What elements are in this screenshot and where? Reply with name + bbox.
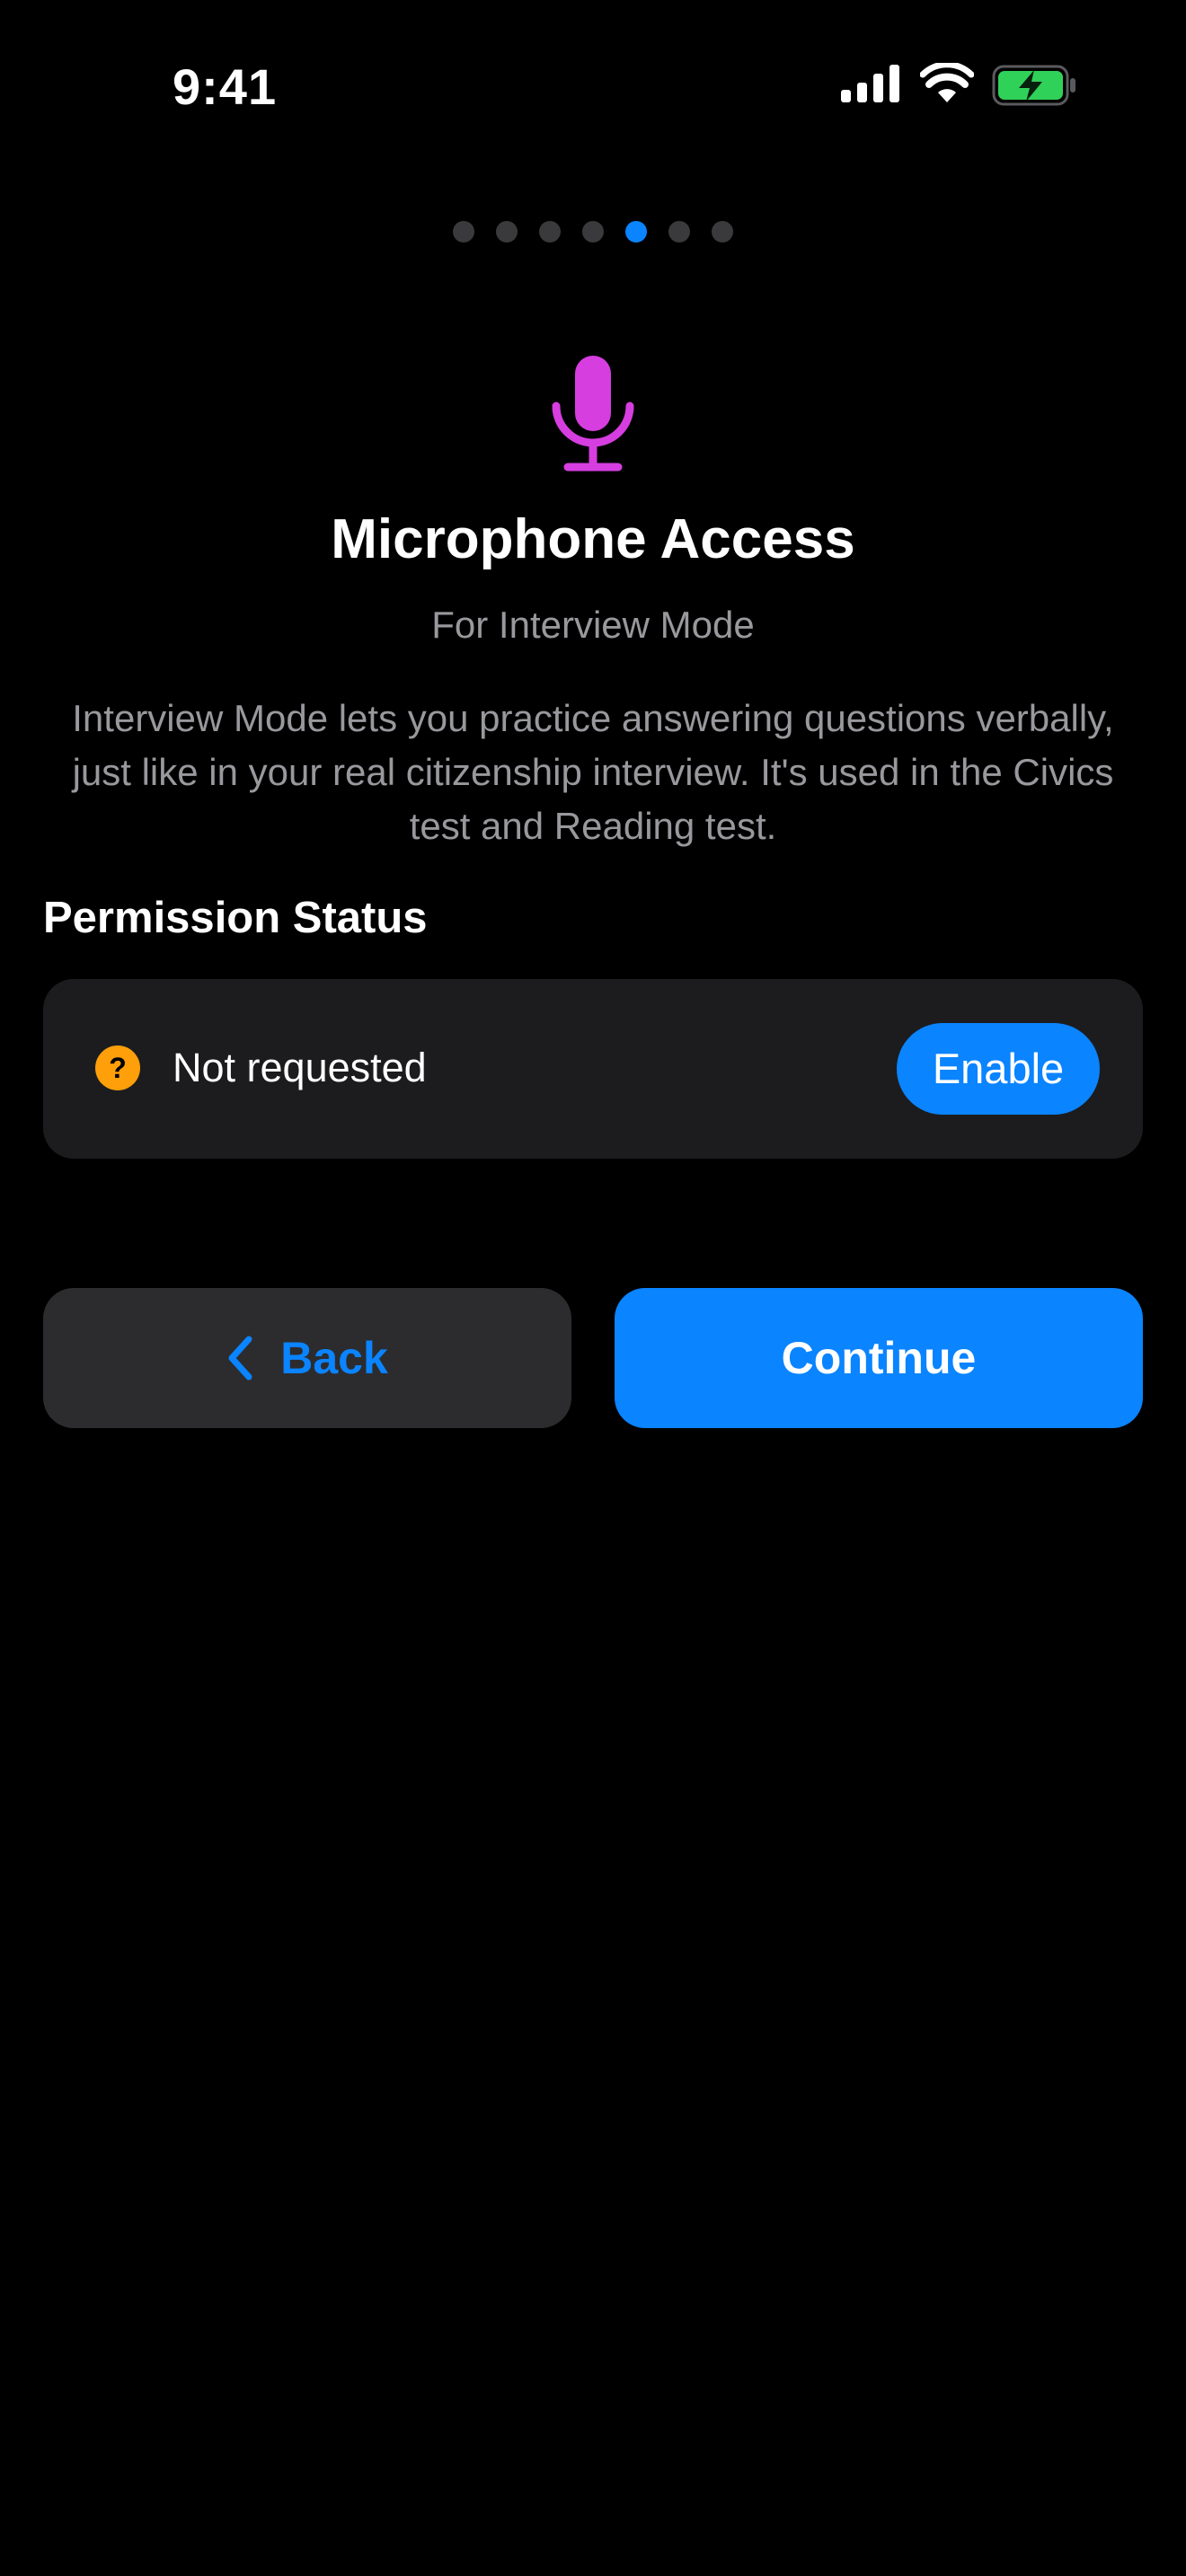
page-dot-4 (582, 221, 604, 243)
page-dot-5-active (625, 221, 647, 243)
microphone-icon (552, 356, 634, 472)
chevron-left-icon (228, 1336, 252, 1381)
question-mark-icon: ? (95, 1045, 140, 1090)
status-time: 9:41 (173, 58, 278, 115)
cellular-signal-icon (841, 65, 899, 102)
status-bar: 9:41 (0, 0, 1186, 171)
back-button[interactable]: Back (43, 1288, 571, 1428)
page-description: Interview Mode lets you practice answeri… (72, 697, 1114, 847)
page-indicator (0, 219, 1186, 244)
page-title: Microphone Access (331, 508, 855, 570)
permission-status-card: ? Not requested Enable (43, 979, 1143, 1159)
battery-charging-icon (992, 65, 1075, 106)
page-subtitle: For Interview Mode (431, 604, 755, 646)
wifi-icon (920, 63, 974, 102)
status-icons (837, 63, 1082, 110)
permission-status-heading: Permission Status (43, 894, 428, 942)
page-dot-6 (668, 221, 690, 243)
enable-button[interactable]: Enable (897, 1023, 1100, 1115)
page-dot-3 (539, 221, 561, 243)
page-dot-7 (712, 221, 733, 243)
permission-status-text: Not requested (173, 1045, 427, 1090)
page-dot-1 (453, 221, 474, 243)
page-dot-2 (496, 221, 518, 243)
back-button-label: Back (280, 1333, 388, 1383)
continue-button[interactable]: Continue (615, 1288, 1143, 1428)
